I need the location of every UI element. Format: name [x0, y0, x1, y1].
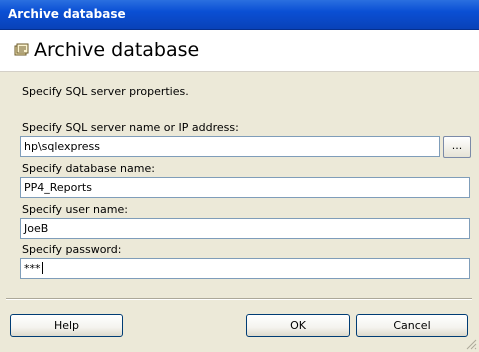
dialog-header: Archive database [0, 30, 479, 72]
database-value: PP4_Reports [24, 181, 92, 194]
password-value: *** [24, 262, 41, 275]
password-input[interactable]: *** [20, 258, 470, 279]
server-input[interactable]: hp\sqlexpress [20, 136, 440, 157]
dialog-title: Archive database [34, 39, 200, 61]
user-value: JoeB [24, 222, 49, 235]
cancel-button[interactable]: Cancel [356, 314, 468, 337]
instruction-text: Specify SQL server properties. [22, 85, 189, 98]
window-title: Archive database [8, 7, 126, 21]
help-button[interactable]: Help [10, 314, 123, 337]
database-label: Specify database name: [22, 162, 155, 175]
database-input[interactable]: PP4_Reports [20, 177, 470, 198]
resize-grip-icon[interactable] [465, 338, 477, 350]
user-input[interactable]: JoeB [20, 218, 470, 239]
password-label: Specify password: [22, 243, 122, 256]
separator [6, 298, 472, 300]
title-bar[interactable]: Archive database [0, 0, 479, 30]
user-label: Specify user name: [22, 203, 128, 216]
browse-button[interactable]: ... [443, 136, 471, 158]
database-icon [14, 43, 30, 57]
text-caret [41, 262, 43, 274]
ok-button[interactable]: OK [246, 314, 350, 337]
server-value: hp\sqlexpress [24, 140, 101, 153]
server-label: Specify SQL server name or IP address: [22, 121, 239, 134]
